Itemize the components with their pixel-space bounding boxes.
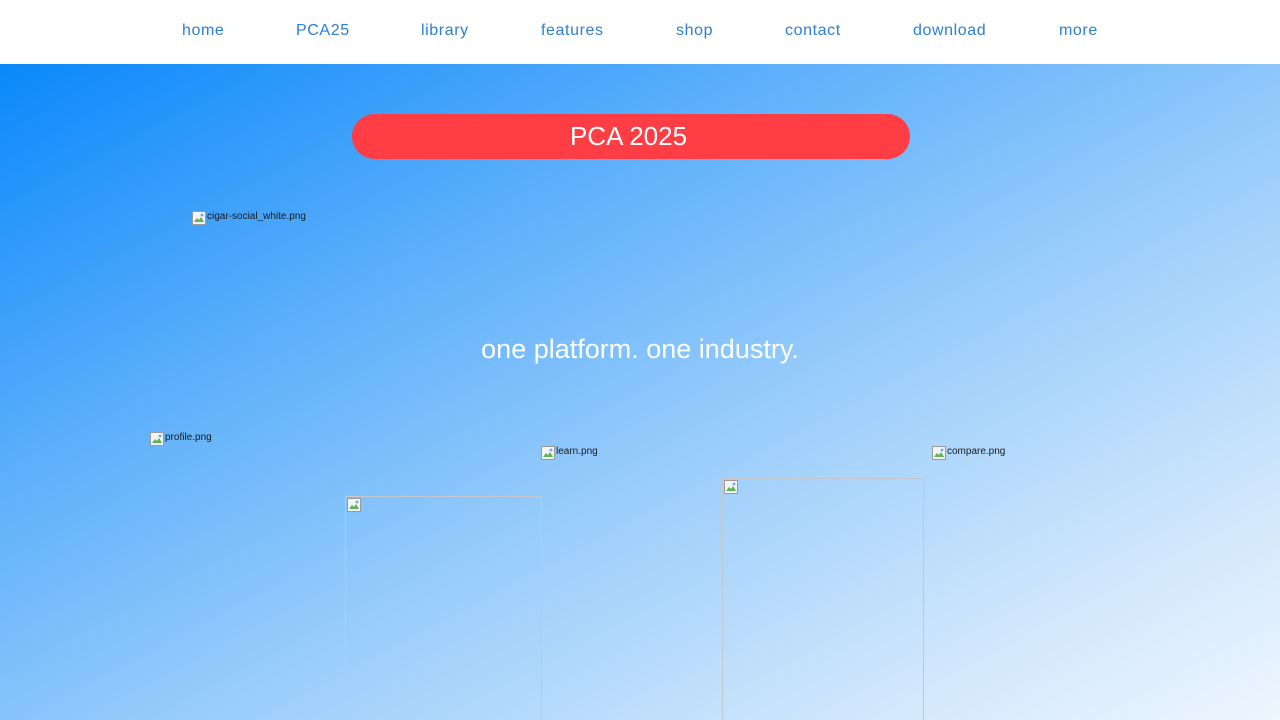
nav-pca25-link[interactable]: PCA25 xyxy=(296,21,350,41)
broken-image-icon xyxy=(347,498,361,512)
nav-download-link[interactable]: download xyxy=(913,21,986,41)
broken-image-icon xyxy=(150,432,164,446)
profile-alt-text: profile.png xyxy=(165,432,212,443)
compare-image[interactable]: compare.png xyxy=(932,446,1005,460)
learn-alt-text: learn.png xyxy=(556,446,598,457)
logo-alt-text: cigar-social_white.png xyxy=(207,211,306,222)
nav-library-link[interactable]: library xyxy=(421,21,469,41)
placeholder-image-left xyxy=(345,496,542,720)
broken-image-icon xyxy=(192,211,206,225)
pca-2025-banner-button[interactable]: PCA 2025 xyxy=(352,114,910,159)
learn-image[interactable]: learn.png xyxy=(541,446,598,460)
placeholder-image-right xyxy=(722,478,924,720)
profile-image[interactable]: profile.png xyxy=(150,432,212,446)
nav-home-link[interactable]: home xyxy=(182,21,224,41)
broken-image-icon xyxy=(932,446,946,460)
nav-more-link[interactable]: more xyxy=(1059,21,1098,41)
tagline: one platform. one industry. xyxy=(481,334,799,364)
broken-image-icon xyxy=(541,446,555,460)
nav-contact-link[interactable]: contact xyxy=(785,21,841,41)
compare-alt-text: compare.png xyxy=(947,446,1006,457)
nav-shop-link[interactable]: shop xyxy=(676,21,713,41)
hero-section: PCA 2025 cigar-social_white.png one plat… xyxy=(0,64,1280,720)
cigar-social-logo-image: cigar-social_white.png xyxy=(192,211,306,225)
nav-features-link[interactable]: features xyxy=(541,21,604,41)
broken-image-icon xyxy=(724,480,738,494)
top-navigation: home PCA25 library features shop contact… xyxy=(0,0,1280,64)
